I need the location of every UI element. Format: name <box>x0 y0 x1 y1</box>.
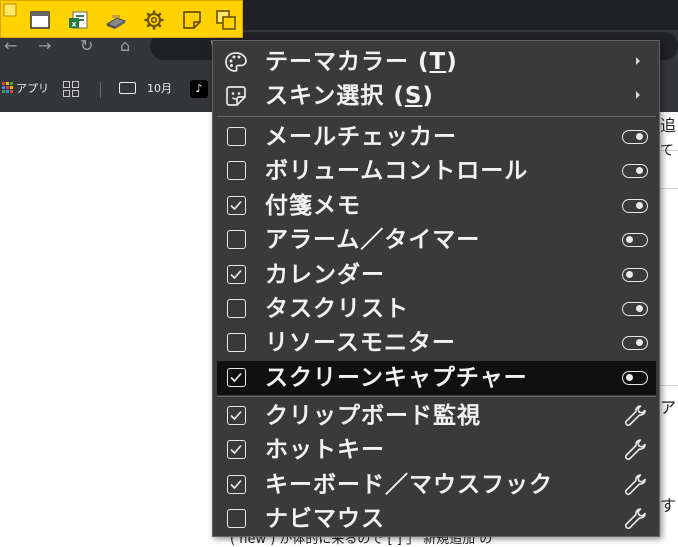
sticker-icon <box>226 86 246 106</box>
menu-item-toggle[interactable]: アラーム／タイマー <box>217 223 656 257</box>
menu-item-label: アラーム／タイマー <box>265 227 481 254</box>
context-menu: テーマカラー (T) スキン選択 (S) メールチェッカーボリュームコントロール… <box>212 40 660 537</box>
wrench-icon[interactable] <box>623 437 649 463</box>
menu-item-tool[interactable]: クリップボード監視 <box>217 399 656 433</box>
toggle-switch[interactable] <box>622 164 648 179</box>
excel-icon[interactable]: x <box>67 9 89 31</box>
page-divider <box>659 188 678 189</box>
menu-separator <box>217 116 656 117</box>
checkmark-icon <box>230 200 242 211</box>
menu-item-tool[interactable]: ホットキー <box>217 433 656 467</box>
gear-icon[interactable] <box>143 9 165 31</box>
checkmark-icon <box>230 479 242 489</box>
toggle-knob <box>636 167 643 175</box>
toggle-switch[interactable] <box>622 267 648 282</box>
resize-grip-icon[interactable] <box>3 3 17 17</box>
toggle-switch[interactable] <box>622 336 648 351</box>
page-text: ア <box>660 398 677 417</box>
menu-item-label: 付箋メモ <box>265 192 361 219</box>
menu-item-label: ボリュームコントロール <box>265 158 529 185</box>
wrench-icon[interactable] <box>623 506 649 532</box>
menu-item-toggle[interactable]: カレンダー <box>217 258 656 292</box>
menu-item-toggle[interactable]: リソースモニター <box>217 326 656 360</box>
toggle-knob <box>636 133 643 140</box>
menu-item-skin[interactable]: スキン選択 (S) <box>217 79 656 113</box>
submenu-arrow-icon <box>636 57 640 65</box>
toggle-knob <box>626 373 633 381</box>
bookmark-folder[interactable]: 10月 <box>147 80 172 98</box>
menu-item-toggle[interactable]: ボリュームコントロール <box>217 154 656 188</box>
launcher-toolbar: x <box>0 0 243 38</box>
menu-item-toggle[interactable]: メールチェッカー <box>217 120 656 154</box>
menu-item-tool[interactable]: キーボード／マウスフック <box>217 468 656 502</box>
menu-item-label: テーマカラー (T) <box>265 49 458 75</box>
checkbox[interactable] <box>227 161 246 181</box>
drive-icon[interactable] <box>105 9 127 31</box>
toggle-switch[interactable] <box>622 370 648 385</box>
menu-item-theme-color[interactable]: テーマカラー (T) <box>217 45 656 79</box>
toggle-switch[interactable] <box>622 302 648 316</box>
forward-icon[interactable]: → <box>38 36 51 55</box>
checkbox[interactable] <box>227 195 246 215</box>
bookmark-apps[interactable]: アプリ <box>16 80 49 98</box>
checkmark-icon <box>230 372 242 383</box>
wrench-icon[interactable] <box>623 472 649 498</box>
menu-item-toggle[interactable]: タスクリスト <box>217 292 656 326</box>
toggle-switch[interactable] <box>622 233 648 248</box>
bookmark-separator <box>100 82 101 98</box>
menu-item-label: ホットキー <box>265 437 385 464</box>
page-text: す <box>660 496 677 515</box>
grid-icon[interactable] <box>63 81 79 97</box>
reload-icon[interactable]: ↻ <box>80 36 93 55</box>
back-icon[interactable]: ← <box>4 36 17 55</box>
page-text: 追 <box>660 116 677 135</box>
checkbox[interactable] <box>227 264 246 284</box>
tiktok-icon[interactable]: ♪ <box>190 80 208 98</box>
menu-item-label: メールチェッカー <box>265 124 457 150</box>
folder-icon <box>119 82 136 94</box>
menu-separator <box>217 396 656 397</box>
menu-item-tool[interactable]: ナビマウス <box>217 502 656 536</box>
home-icon[interactable]: ⌂ <box>120 36 130 55</box>
toggle-knob <box>636 305 643 312</box>
toggle-knob <box>626 236 633 244</box>
checkbox[interactable] <box>227 333 246 353</box>
checkmark-icon <box>230 410 242 421</box>
menu-item-label: ナビマウス <box>265 505 385 532</box>
checkbox[interactable] <box>227 440 246 460</box>
checkmark-icon <box>230 269 242 279</box>
checkbox[interactable] <box>227 406 246 425</box>
copy-windows-icon[interactable] <box>215 9 237 31</box>
toggle-knob <box>636 201 643 209</box>
menu-item-label: カレンダー <box>265 261 385 288</box>
menu-item-toggle[interactable]: 付箋メモ <box>217 189 656 223</box>
toggle-switch[interactable] <box>622 198 648 213</box>
menu-item-label: クリップボード監視 <box>265 403 481 429</box>
sticky-note-icon[interactable] <box>181 9 203 31</box>
checkbox[interactable] <box>227 299 246 318</box>
palette-icon <box>225 52 247 72</box>
page-text: て <box>660 143 674 159</box>
toggle-switch[interactable] <box>622 130 648 144</box>
checkbox[interactable] <box>227 230 246 250</box>
checkmark-icon <box>230 445 242 455</box>
menu-item-label: キーボード／マウスフック <box>265 471 553 498</box>
menu-item-label: タスクリスト <box>265 296 409 322</box>
page-divider <box>659 385 678 386</box>
menu-item-label: リソースモニター <box>265 330 456 357</box>
menu-item-label: スクリーンキャプチャー <box>265 364 528 391</box>
checkbox[interactable] <box>227 474 246 494</box>
wrench-icon[interactable] <box>623 403 649 429</box>
apps-icon <box>2 82 13 93</box>
svg-text:x: x <box>71 20 77 29</box>
toggle-knob <box>636 339 643 347</box>
window-icon[interactable] <box>29 9 51 31</box>
menu-item-label: スキン選択 (S) <box>265 83 434 109</box>
checkbox[interactable] <box>227 367 246 387</box>
submenu-arrow-icon <box>636 91 640 99</box>
menu-item-toggle[interactable]: スクリーンキャプチャー <box>217 360 656 395</box>
checkbox[interactable] <box>227 127 246 146</box>
toggle-knob <box>626 270 633 278</box>
checkbox[interactable] <box>227 508 246 528</box>
